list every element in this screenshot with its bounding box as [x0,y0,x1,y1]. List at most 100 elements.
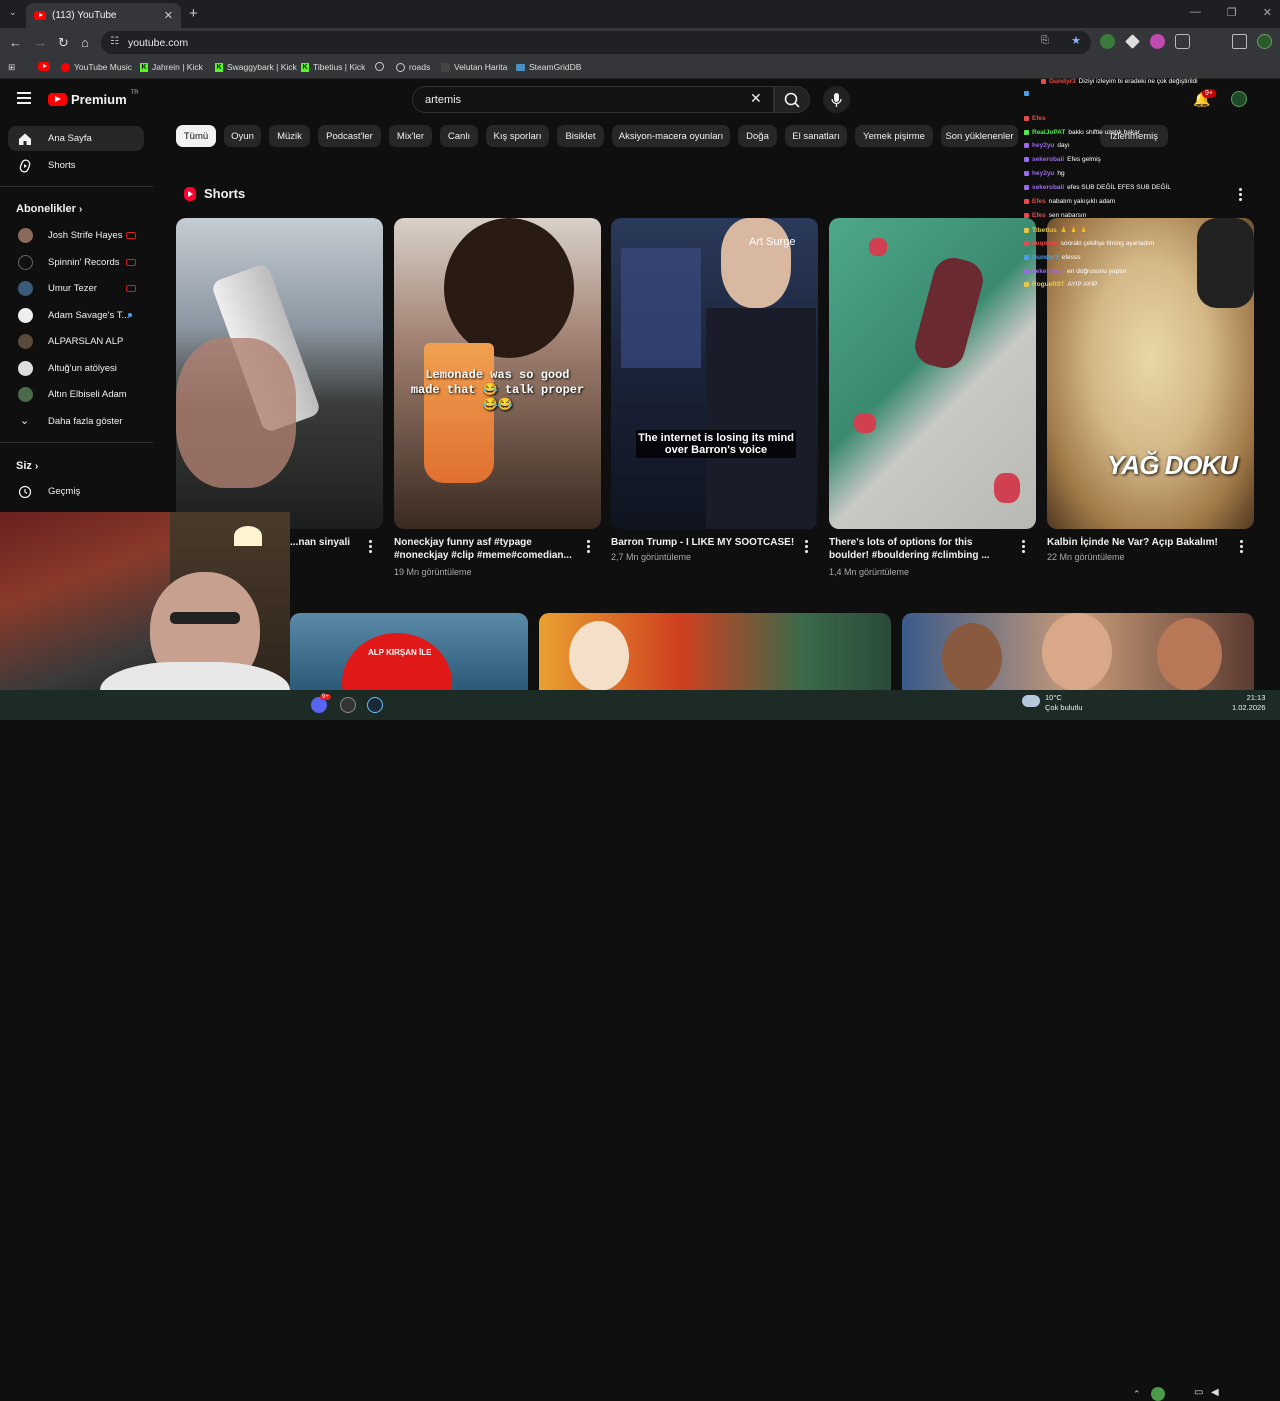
tab-list-button[interactable]: ⌄ [9,7,17,18]
bookmark-velutan-harita[interactable]: Velutan Harita [441,62,507,72]
short-options-icon[interactable] [587,540,591,555]
short-title[interactable]: Noneckjay funny asf #typage #noneckjay #… [394,536,579,562]
sidebar-subscription-item[interactable]: Altın Elbiseli Adam [8,382,144,407]
sidebar-subscription-item[interactable]: Adam Savage's T... [8,303,144,328]
sidebar-subscription-item[interactable]: ALPARSLAN ALP [8,329,144,354]
chip[interactable]: Doğa [738,125,777,147]
section-options-icon[interactable] [1239,188,1243,203]
chip[interactable]: Aksiyon-macera oyunları [612,125,730,147]
chevron-down-icon: ⌄ [20,415,30,427]
bookmark-globe[interactable] [375,62,384,71]
chip[interactable]: Yemek pişirme [855,125,933,147]
chip[interactable]: Bisiklet [557,125,604,147]
back-icon[interactable]: ← [9,35,22,50]
new-tab-button[interactable]: + [189,5,198,22]
hamburger-menu-icon[interactable] [17,92,31,107]
sidebar-item-history[interactable]: Geçmiş [8,479,144,504]
reading-list-icon[interactable] [1232,34,1247,49]
close-window-icon[interactable]: ✕ [1263,6,1272,19]
voice-search-button[interactable] [823,86,850,113]
show-more-button[interactable]: ⌄ Daha fazla göster [8,409,144,434]
weather-widget[interactable]: 10°C Çok bulutlu [1022,693,1083,713]
sidebar-subscription-item[interactable]: Umur Tezer [8,276,144,301]
monitor-icon[interactable]: ▭ [1194,1387,1203,1398]
tray-app-icon[interactable] [1151,1387,1165,1401]
show-hidden-icons[interactable]: ⌃ [1133,1389,1141,1400]
short-overlay-caption: YAĞ DOKU [1107,450,1238,480]
video-thumbnail[interactable] [902,613,1254,691]
profile-avatar[interactable] [1257,34,1272,49]
volume-icon[interactable]: ◀ [1211,1387,1219,1398]
sidebar-subscription-item[interactable]: Spinnin' Records [8,250,144,275]
you-heading[interactable]: Siz › [16,460,38,472]
sidebar-subscription-item[interactable]: Altuğ'un atölyesi [8,356,144,381]
video-thumbnail[interactable] [539,613,891,691]
subscriptions-heading[interactable]: Abonelikler › [16,203,82,215]
forward-icon[interactable]: → [34,35,47,50]
short-thumbnail[interactable]: Art Surge The internet is losing its min… [611,218,818,529]
chip[interactable]: Son yüklenenler [941,125,1018,147]
restore-icon[interactable]: ❐ [1227,6,1237,19]
chat-text: hg [1057,170,1065,177]
bookmark-star-icon[interactable]: ★ [1071,34,1081,47]
reload-icon[interactable]: ↻ [58,35,69,51]
extension-icon[interactable] [1125,34,1140,49]
sidebar-subscription-item[interactable]: Josh Strife Hayes [8,223,144,248]
short-thumbnail[interactable]: Lemonade was so good made that 😂 talk pr… [394,218,601,529]
sidebar-item-shorts[interactable]: Shorts [8,153,144,178]
map-icon [441,62,450,72]
chip[interactable]: Canlı [440,125,478,147]
bookmark-youtube-music[interactable]: YouTube Music [61,62,132,72]
system-clock[interactable]: 21:13 1.02.2026 [1232,693,1265,713]
account-avatar[interactable] [1231,91,1247,107]
chip[interactable]: Mix'ler [389,125,432,147]
address-bar[interactable]: ☷ youtube.com ⎘ ★ [101,31,1091,54]
youtube-premium-logo[interactable]: Premium TR [48,90,139,107]
bookmark-swaggybark-kick[interactable]: K Swaggybark | Kick [215,62,297,72]
minimize-icon[interactable]: — [1190,6,1201,19]
bookmark-tibetius-kick[interactable]: K Tibetius | Kick [301,62,365,72]
chat-message: Efes nabalım yakışıklı adam [1024,198,1115,205]
clear-search-icon[interactable]: ✕ [750,90,762,107]
short-thumbnail[interactable]: YAĞ DOKU [1047,218,1254,529]
bookmark-steamgriddb[interactable]: SteamGridDB [516,62,581,72]
bookmark-youtube[interactable] [38,62,50,71]
short-options-icon[interactable] [1240,540,1244,555]
extension-icon[interactable] [1150,34,1165,49]
site-info-icon[interactable]: ☷ [110,36,119,47]
chat-username: hey2yu [1032,170,1055,177]
chip-all[interactable]: Tümü [176,125,216,147]
face-image [1157,618,1222,691]
chat-message: hey2yu hg [1024,170,1065,177]
steam-icon[interactable] [367,697,383,713]
home-icon[interactable]: ⌂ [81,35,89,50]
short-thumbnail[interactable] [176,218,383,529]
search-button[interactable] [774,86,810,113]
short-title[interactable]: There's lots of options for this boulder… [829,536,1014,562]
chip[interactable]: Podcast'ler [318,125,381,147]
search-input[interactable]: artemis [412,86,774,113]
extension-icon[interactable] [1100,34,1115,49]
bookmark-jahrein-kick[interactable]: K Jahrein | Kick [140,62,203,72]
close-tab-icon[interactable]: ✕ [164,9,173,22]
sidebar-divider [0,186,153,187]
apps-grid-icon[interactable]: ⊞ [8,62,15,73]
short-options-icon[interactable] [1022,540,1026,555]
browser-tab-youtube[interactable]: (113) YouTube ✕ [26,3,181,28]
short-title[interactable]: Barron Trump - I LIKE MY SOOTCASE! [611,536,796,549]
chat-username: sekerobali [1032,156,1065,163]
sidebar-item-home[interactable]: Ana Sayfa [8,126,144,151]
short-thumbnail[interactable] [829,218,1036,529]
install-app-icon[interactable]: ⎘ [1041,35,1049,46]
short-options-icon[interactable] [369,540,373,555]
video-thumbnail[interactable]: ALP KIRŞAN İLE [290,613,528,691]
chip[interactable]: El sanatları [785,125,847,147]
chip[interactable]: Müzik [269,125,310,147]
app-icon[interactable] [340,697,356,713]
chip[interactable]: Oyun [224,125,261,147]
short-options-icon[interactable] [805,540,809,555]
short-title[interactable]: Kalbin İçinde Ne Var? Açıp Bakalım! [1047,536,1232,549]
chip[interactable]: Kış sporları [486,125,549,147]
extensions-puzzle-icon[interactable] [1175,34,1190,49]
bookmark-roads[interactable]: roads [396,62,430,72]
